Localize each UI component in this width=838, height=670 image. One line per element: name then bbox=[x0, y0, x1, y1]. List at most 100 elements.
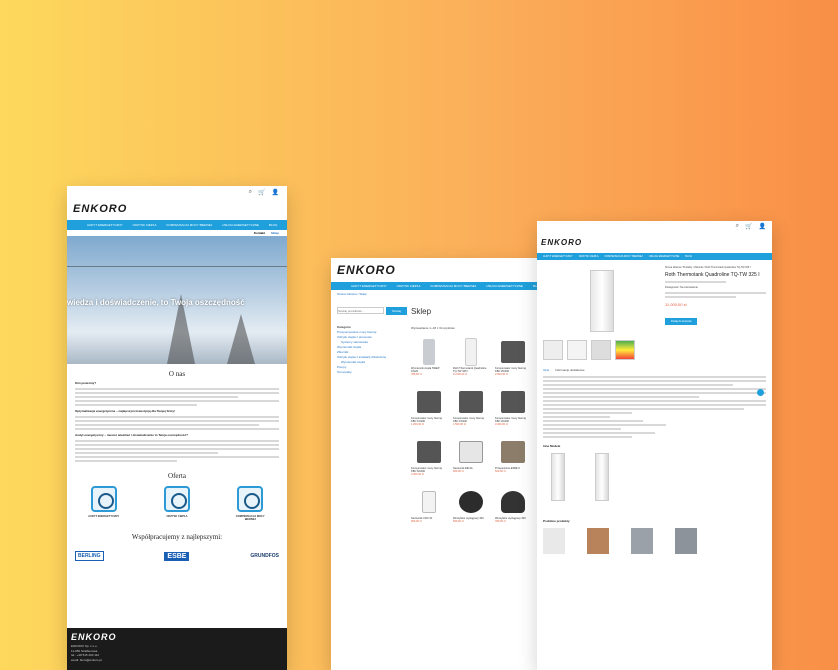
footer-contact: ENKORO Sp. z o.o. 11-050 Szalbierowa tel… bbox=[71, 644, 283, 662]
compensation-icon bbox=[237, 486, 264, 512]
product-price: 650,00 zł bbox=[453, 520, 464, 524]
breadcrumb[interactable]: Strona Główna / Produkty / Zbiorniki / R… bbox=[665, 266, 766, 269]
tab-additional-info[interactable]: Informacje dodatkowe bbox=[555, 368, 584, 373]
thumbnail[interactable] bbox=[567, 340, 587, 360]
site-logo[interactable]: ENKORO bbox=[337, 263, 396, 277]
product-card[interactable]: Wentylator wyciągowy 300 650,00 zł bbox=[453, 487, 489, 533]
product-price: 11.000,00 zł bbox=[665, 302, 687, 307]
audit-icon bbox=[90, 486, 117, 512]
product-price: 4.300,00 zł bbox=[411, 473, 424, 477]
product-image bbox=[459, 391, 483, 413]
product-description: Opis Informacje dodatkowe Inne Modele Po… bbox=[537, 360, 772, 554]
product-image bbox=[501, 391, 525, 413]
site-logo[interactable]: ENKORO bbox=[541, 238, 582, 247]
about-section: Kim jesteśmy? Optymalizacja energetyczna… bbox=[67, 381, 287, 462]
header: ENKORO bbox=[67, 199, 287, 220]
about-question: Kim jesteśmy? bbox=[75, 381, 97, 385]
product-image bbox=[423, 339, 435, 365]
related-product[interactable] bbox=[675, 528, 697, 554]
nav-item-odzysk[interactable]: ODZYSK CIEPŁA bbox=[397, 284, 421, 288]
nav-item-kompensacja[interactable]: KOMPENSACJA MOCY BIERNEJ bbox=[166, 223, 212, 227]
sidebar: Szukaj Kategorie Przepompownie mocy bier… bbox=[337, 307, 407, 533]
nav-shop[interactable]: Sklep bbox=[271, 231, 279, 235]
stock-status: Dostępność: Na zamówienie bbox=[665, 286, 698, 289]
product-card[interactable]: Roth Thermotank Quadroline TQ-TW 325 I 11… bbox=[453, 337, 489, 383]
search-input[interactable] bbox=[337, 307, 384, 314]
partner-logos: BERLING ESBE GRUNDFOS bbox=[67, 551, 287, 561]
product-price: 785,66 zł bbox=[411, 373, 422, 377]
product-card[interactable]: Sterownik EB-3A 660,00 zł bbox=[453, 437, 489, 483]
footer: ENKORO ENKORO Sp. z o.o. 11-050 Szalbier… bbox=[67, 628, 287, 670]
product-image bbox=[465, 338, 477, 366]
product-card[interactable]: Sterownik CRC 61 900,00 zł bbox=[411, 487, 447, 533]
thumbnail[interactable] bbox=[591, 340, 611, 360]
offer-label: ODZYSK CIEPŁA bbox=[166, 515, 188, 518]
offer-card[interactable]: KOMPENSACJA MOCY BIERNEJ bbox=[230, 486, 270, 521]
product-card[interactable]: Kompensator mocy biernej KBC 60/400 4.300… bbox=[411, 437, 447, 483]
search-button[interactable]: Szukaj bbox=[385, 307, 407, 315]
site-logo[interactable]: ENKORO bbox=[73, 203, 127, 215]
chat-bubble-icon[interactable] bbox=[757, 389, 764, 396]
product-card[interactable]: Kompensator mocy biernej KBC 15/400 1.500… bbox=[453, 387, 489, 433]
product-card[interactable]: Przepustnica ESBE 6 520,00 zł bbox=[495, 437, 531, 483]
cart-icon[interactable]: 🛒 bbox=[745, 223, 752, 230]
model-card[interactable] bbox=[587, 453, 617, 503]
nav-item-audyt[interactable]: AUDYT ENERGETYCZNY bbox=[87, 223, 123, 227]
related-product[interactable] bbox=[543, 528, 565, 554]
search-icon[interactable]: ⌕ bbox=[736, 223, 739, 230]
related-title: Podobne produkty bbox=[543, 519, 570, 523]
offer-label: KOMPENSACJA MOCY BIERNEJ bbox=[236, 515, 265, 521]
model-card[interactable] bbox=[543, 453, 573, 503]
product-price: 660,00 zł bbox=[453, 470, 464, 474]
nav-item-uslugi[interactable]: USŁUGI ENERGETYCZNE bbox=[649, 255, 680, 258]
offer-title: Oferta bbox=[168, 472, 186, 480]
tab-description[interactable]: Opis bbox=[543, 368, 549, 373]
product-card[interactable]: Kompensator mocy biernej KBC 40/400 3.400… bbox=[495, 387, 531, 433]
top-icons: ⌕ 🛒 👤 bbox=[67, 186, 287, 199]
product-price: 3.400,00 zł bbox=[495, 423, 508, 427]
search-icon[interactable]: ⌕ bbox=[249, 189, 252, 196]
nav-item-kompensacja[interactable]: KOMPENSACJA MOCY BIERNEJ bbox=[605, 255, 643, 258]
nav-item-kompensacja[interactable]: KOMPENSACJA MOCY BIERNEJ bbox=[430, 284, 476, 288]
thumbnail[interactable] bbox=[543, 340, 563, 360]
boiler-image bbox=[590, 270, 614, 332]
product-card[interactable]: Kompensator mocy biernej KBC 10/400 1.200… bbox=[411, 387, 447, 433]
product-main-image[interactable] bbox=[543, 266, 661, 336]
related-product[interactable] bbox=[587, 528, 609, 554]
product-card[interactable]: Kompensator mocy biernej KBC 25/400 2.500… bbox=[495, 337, 531, 383]
main-nav: AUDYT ENERGETYCZNY ODZYSK CIEPŁA KOMPENS… bbox=[537, 253, 772, 260]
product-gallery bbox=[543, 266, 661, 360]
partner-logo: GRUNDFOS bbox=[250, 553, 279, 559]
thumbnail[interactable] bbox=[615, 340, 635, 360]
footer-logo: ENKORO bbox=[71, 632, 117, 642]
product-price: 900,00 zł bbox=[411, 520, 422, 524]
product-price: 780,00 zł bbox=[495, 520, 506, 524]
nav-item-uslugi[interactable]: USŁUGI ENERGETYCZNE bbox=[222, 223, 259, 227]
about-question: Optymalizacja energetyczna – najlepszym … bbox=[75, 409, 175, 413]
more-models-title: Inne Modele bbox=[543, 444, 561, 448]
nav-contact[interactable]: Kontakt bbox=[254, 231, 265, 235]
nav-item-blog[interactable]: BLOG bbox=[685, 255, 692, 258]
product-image bbox=[459, 491, 483, 513]
user-icon[interactable]: 👤 bbox=[759, 223, 766, 230]
related-product[interactable] bbox=[631, 528, 653, 554]
offer-card[interactable]: AUDYT ENERGETYCZNY bbox=[84, 486, 124, 521]
cart-icon[interactable]: 🛒 bbox=[258, 189, 265, 196]
add-to-cart-button[interactable]: Dodaj do koszyka bbox=[665, 318, 698, 325]
user-icon[interactable]: 👤 bbox=[272, 189, 279, 196]
product-card[interactable]: Wentylator wyciągowy 400 780,00 zł bbox=[495, 487, 531, 533]
category-item[interactable]: Termostaty bbox=[337, 370, 407, 375]
product-card[interactable]: Wymiennik ciepła SWEP 10x20 785,66 zł bbox=[411, 337, 447, 383]
nav-item-odzysk[interactable]: ODZYSK CIEPŁA bbox=[579, 255, 599, 258]
top-icons: ⌕ 🛒 👤 bbox=[537, 221, 772, 232]
nav-item-blog[interactable]: BLOG bbox=[269, 223, 277, 227]
product-screenshot: ⌕ 🛒 👤 ENKORO AUDYT ENERGETYCZNY ODZYSK C… bbox=[537, 221, 772, 670]
product-title: Roth Thermotank Quadroline TQ-TW 325 I bbox=[665, 272, 760, 278]
nav-item-odzysk[interactable]: ODZYSK CIEPŁA bbox=[133, 223, 157, 227]
nav-item-uslugi[interactable]: USŁUGI ENERGETYCZNE bbox=[486, 284, 523, 288]
nav-item-audyt[interactable]: AUDYT ENERGETYCZNY bbox=[543, 255, 573, 258]
offer-card[interactable]: ODZYSK CIEPŁA bbox=[157, 486, 197, 521]
nav-item-audyt[interactable]: AUDYT ENERGETYCZNY bbox=[351, 284, 387, 288]
product-price: 1.200,00 zł bbox=[411, 423, 424, 427]
product-price: 2.500,00 zł bbox=[495, 373, 508, 377]
